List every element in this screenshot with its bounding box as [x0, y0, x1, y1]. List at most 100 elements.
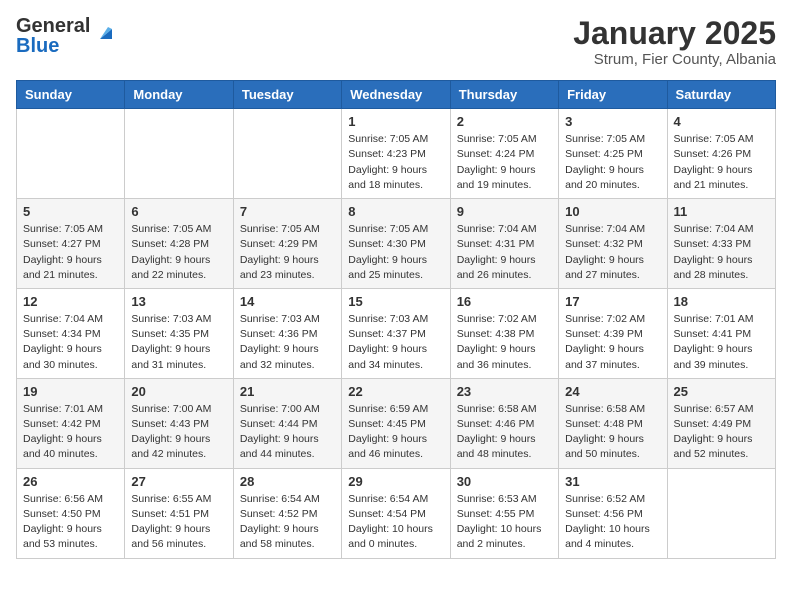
- calendar-table: SundayMondayTuesdayWednesdayThursdayFrid…: [16, 80, 776, 558]
- day-number: 29: [348, 474, 443, 489]
- calendar-day-cell: 2 Sunrise: 7:05 AM Sunset: 4:24 PM Daylig…: [450, 109, 558, 199]
- day-of-week-header: Wednesday: [342, 81, 450, 109]
- calendar-day-cell: 15Sunrise: 7:03 AM Sunset: 4:37 PM Dayli…: [342, 288, 450, 378]
- calendar-day-cell: 23 Sunrise: 6:58 AM Sunset: 4:46 PM Dayli…: [450, 378, 558, 468]
- calendar-day-cell: 10 Sunrise: 7:04 AM Sunset: 4:32 PM Dayli…: [559, 199, 667, 289]
- day-number: 14: [240, 294, 335, 309]
- day-number: 22: [348, 384, 443, 399]
- calendar-day-cell: 24 Sunrise: 6:58 AM Sunset: 4:48 PM Dayli…: [559, 378, 667, 468]
- calendar-day-cell: 30Sunrise: 6:53 AM Sunset: 4:55 PM Dayli…: [450, 468, 558, 558]
- day-info: Sunrise: 7:05 AM Sunset: 4:23 PM Dayligh…: [348, 132, 443, 193]
- day-number: 6: [131, 204, 226, 219]
- logo-blue-text: Blue: [16, 36, 90, 56]
- day-info: Sunrise: 6:55 AM Sunset: 4:51 PM Dayligh…: [131, 492, 226, 553]
- day-number: 26: [23, 474, 118, 489]
- day-number: 28: [240, 474, 335, 489]
- calendar-day-cell: [125, 109, 233, 199]
- calendar-day-cell: 26 Sunrise: 6:56 AM Sunset: 4:50 PM Dayli…: [17, 468, 125, 558]
- day-number: 8: [348, 204, 443, 219]
- calendar-day-cell: 29 Sunrise: 6:54 AM Sunset: 4:54 PM Dayli…: [342, 468, 450, 558]
- calendar-day-cell: 25 Sunrise: 6:57 AM Sunset: 4:49 PM Dayli…: [667, 378, 775, 468]
- calendar-day-cell: 18 Sunrise: 7:01 AM Sunset: 4:41 PM Dayli…: [667, 288, 775, 378]
- day-info: Sunrise: 7:01 AM Sunset: 4:42 PM Dayligh…: [23, 402, 118, 463]
- calendar-day-cell: 4 Sunrise: 7:05 AM Sunset: 4:26 PM Daylig…: [667, 109, 775, 199]
- calendar-day-cell: 21Sunrise: 7:00 AM Sunset: 4:44 PM Dayli…: [233, 378, 341, 468]
- day-info: Sunrise: 6:58 AM Sunset: 4:46 PM Dayligh…: [457, 402, 552, 463]
- day-of-week-header: Saturday: [667, 81, 775, 109]
- calendar-day-cell: [17, 109, 125, 199]
- calendar-day-cell: 9Sunrise: 7:04 AM Sunset: 4:31 PM Daylig…: [450, 199, 558, 289]
- day-number: 16: [457, 294, 552, 309]
- day-info: Sunrise: 7:03 AM Sunset: 4:37 PM Dayligh…: [348, 312, 443, 373]
- day-info: Sunrise: 6:54 AM Sunset: 4:54 PM Dayligh…: [348, 492, 443, 553]
- calendar-header-row: SundayMondayTuesdayWednesdayThursdayFrid…: [17, 81, 776, 109]
- day-number: 13: [131, 294, 226, 309]
- calendar-day-cell: 14Sunrise: 7:03 AM Sunset: 4:36 PM Dayli…: [233, 288, 341, 378]
- day-info: Sunrise: 7:02 AM Sunset: 4:38 PM Dayligh…: [457, 312, 552, 373]
- day-info: Sunrise: 7:05 AM Sunset: 4:24 PM Dayligh…: [457, 132, 552, 193]
- calendar-subtitle: Strum, Fier County, Albania: [573, 51, 776, 68]
- day-number: 23: [457, 384, 552, 399]
- calendar-day-cell: 20 Sunrise: 7:00 AM Sunset: 4:43 PM Dayli…: [125, 378, 233, 468]
- logo-general-text: General: [16, 16, 90, 36]
- calendar-day-cell: 16 Sunrise: 7:02 AM Sunset: 4:38 PM Dayli…: [450, 288, 558, 378]
- day-number: 17: [565, 294, 660, 309]
- calendar-day-cell: 27Sunrise: 6:55 AM Sunset: 4:51 PM Dayli…: [125, 468, 233, 558]
- day-info: Sunrise: 7:04 AM Sunset: 4:32 PM Dayligh…: [565, 222, 660, 283]
- logo: General Blue: [16, 16, 116, 56]
- day-info: Sunrise: 6:56 AM Sunset: 4:50 PM Dayligh…: [23, 492, 118, 553]
- calendar-day-cell: 5Sunrise: 7:05 AM Sunset: 4:27 PM Daylig…: [17, 199, 125, 289]
- day-number: 12: [23, 294, 118, 309]
- calendar-week-row: 1 Sunrise: 7:05 AM Sunset: 4:23 PM Daylig…: [17, 109, 776, 199]
- day-info: Sunrise: 6:57 AM Sunset: 4:49 PM Dayligh…: [674, 402, 769, 463]
- day-number: 9: [457, 204, 552, 219]
- day-number: 1: [348, 114, 443, 129]
- day-info: Sunrise: 7:01 AM Sunset: 4:41 PM Dayligh…: [674, 312, 769, 373]
- day-info: Sunrise: 7:00 AM Sunset: 4:43 PM Dayligh…: [131, 402, 226, 463]
- title-block: January 2025 Strum, Fier County, Albania: [573, 16, 776, 68]
- calendar-day-cell: 3 Sunrise: 7:05 AM Sunset: 4:25 PM Daylig…: [559, 109, 667, 199]
- calendar-day-cell: 7Sunrise: 7:05 AM Sunset: 4:29 PM Daylig…: [233, 199, 341, 289]
- calendar-week-row: 12 Sunrise: 7:04 AM Sunset: 4:34 PM Dayli…: [17, 288, 776, 378]
- day-number: 11: [674, 204, 769, 219]
- calendar-day-cell: 12 Sunrise: 7:04 AM Sunset: 4:34 PM Dayli…: [17, 288, 125, 378]
- day-info: Sunrise: 7:05 AM Sunset: 4:28 PM Dayligh…: [131, 222, 226, 283]
- calendar-title: January 2025: [573, 16, 776, 51]
- day-number: 30: [457, 474, 552, 489]
- day-info: Sunrise: 7:04 AM Sunset: 4:33 PM Dayligh…: [674, 222, 769, 283]
- day-number: 3: [565, 114, 660, 129]
- day-info: Sunrise: 6:58 AM Sunset: 4:48 PM Dayligh…: [565, 402, 660, 463]
- day-of-week-header: Tuesday: [233, 81, 341, 109]
- calendar-day-cell: 6 Sunrise: 7:05 AM Sunset: 4:28 PM Daylig…: [125, 199, 233, 289]
- calendar-day-cell: 22Sunrise: 6:59 AM Sunset: 4:45 PM Dayli…: [342, 378, 450, 468]
- day-number: 2: [457, 114, 552, 129]
- calendar-day-cell: 1 Sunrise: 7:05 AM Sunset: 4:23 PM Daylig…: [342, 109, 450, 199]
- day-number: 19: [23, 384, 118, 399]
- day-number: 24: [565, 384, 660, 399]
- day-info: Sunrise: 7:02 AM Sunset: 4:39 PM Dayligh…: [565, 312, 660, 373]
- calendar-day-cell: 19 Sunrise: 7:01 AM Sunset: 4:42 PM Dayli…: [17, 378, 125, 468]
- day-number: 10: [565, 204, 660, 219]
- calendar-week-row: 19 Sunrise: 7:01 AM Sunset: 4:42 PM Dayli…: [17, 378, 776, 468]
- day-of-week-header: Thursday: [450, 81, 558, 109]
- calendar-day-cell: [233, 109, 341, 199]
- day-number: 21: [240, 384, 335, 399]
- day-info: Sunrise: 7:05 AM Sunset: 4:25 PM Dayligh…: [565, 132, 660, 193]
- logo-icon: [94, 21, 116, 43]
- calendar-day-cell: 28Sunrise: 6:54 AM Sunset: 4:52 PM Dayli…: [233, 468, 341, 558]
- calendar-day-cell: 13Sunrise: 7:03 AM Sunset: 4:35 PM Dayli…: [125, 288, 233, 378]
- day-of-week-header: Friday: [559, 81, 667, 109]
- day-number: 31: [565, 474, 660, 489]
- day-number: 25: [674, 384, 769, 399]
- day-info: Sunrise: 7:05 AM Sunset: 4:26 PM Dayligh…: [674, 132, 769, 193]
- day-number: 20: [131, 384, 226, 399]
- day-info: Sunrise: 6:52 AM Sunset: 4:56 PM Dayligh…: [565, 492, 660, 553]
- day-number: 18: [674, 294, 769, 309]
- calendar-week-row: 26 Sunrise: 6:56 AM Sunset: 4:50 PM Dayli…: [17, 468, 776, 558]
- day-info: Sunrise: 7:04 AM Sunset: 4:34 PM Dayligh…: [23, 312, 118, 373]
- calendar-day-cell: 31 Sunrise: 6:52 AM Sunset: 4:56 PM Dayli…: [559, 468, 667, 558]
- day-number: 4: [674, 114, 769, 129]
- calendar-day-cell: 11 Sunrise: 7:04 AM Sunset: 4:33 PM Dayli…: [667, 199, 775, 289]
- day-of-week-header: Monday: [125, 81, 233, 109]
- day-info: Sunrise: 7:05 AM Sunset: 4:29 PM Dayligh…: [240, 222, 335, 283]
